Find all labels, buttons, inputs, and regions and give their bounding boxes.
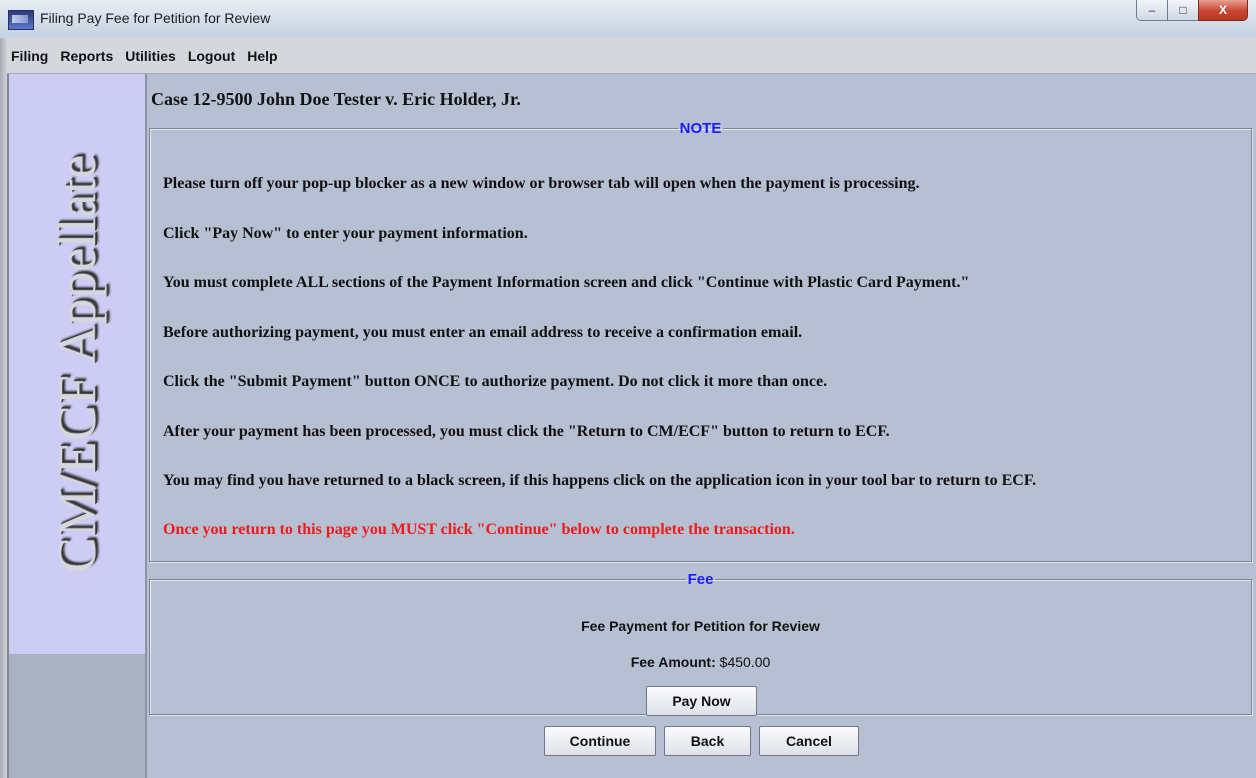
maximize-button[interactable]: □ <box>1167 0 1199 21</box>
brand-logo-text: CM/ECF Appellate <box>47 154 107 574</box>
close-button[interactable]: X <box>1198 0 1248 21</box>
note-panel: NOTE Please turn off your pop-up blocker… <box>149 120 1252 562</box>
app-icon <box>8 10 34 30</box>
sidebar: CM/ECF Appellate <box>9 74 145 778</box>
window-controls: – □ X <box>1136 0 1248 24</box>
minimize-button[interactable]: – <box>1136 0 1168 21</box>
menu-bar: Filing Reports Utilities Logout Help <box>7 38 1256 74</box>
note-line: Click the "Submit Payment" button ONCE t… <box>163 373 828 390</box>
fee-amount-value: $450.00 <box>719 654 771 670</box>
window-left-edge <box>0 38 7 778</box>
note-legend: NOTE <box>679 120 722 137</box>
fee-panel: Fee Fee Payment for Petition for Review … <box>149 571 1252 716</box>
sidebar-banner: CM/ECF Appellate <box>9 74 145 654</box>
title-bar: Filing Pay Fee for Petition for Review –… <box>0 0 1256 39</box>
continue-button[interactable]: Continue <box>544 726 656 756</box>
main-panel: Case 12-9500 John Doe Tester v. Eric Hol… <box>147 74 1256 778</box>
fee-description: Fee Payment for Petition for Review <box>581 618 820 634</box>
menu-logout[interactable]: Logout <box>182 48 241 64</box>
back-button[interactable]: Back <box>664 726 751 756</box>
note-line: You must complete ALL sections of the Pa… <box>163 274 970 291</box>
cancel-button[interactable]: Cancel <box>759 726 859 756</box>
fee-legend: Fee <box>687 571 714 588</box>
warning-line: Once you return to this page you MUST cl… <box>163 521 795 538</box>
pay-now-button[interactable]: Pay Now <box>646 686 757 716</box>
menu-utilities[interactable]: Utilities <box>119 48 182 64</box>
menu-reports[interactable]: Reports <box>54 48 119 64</box>
note-line: After your payment has been processed, y… <box>163 423 890 440</box>
note-line: Click "Pay Now" to enter your payment in… <box>163 225 528 242</box>
fee-amount-label: Fee Amount: <box>630 654 716 670</box>
fee-amount: Fee Amount: $450.00 <box>150 654 1251 670</box>
note-line: Before authorizing payment, you must ent… <box>163 324 803 341</box>
menu-help[interactable]: Help <box>241 48 283 64</box>
menu-filing[interactable]: Filing <box>7 48 54 64</box>
note-line: You may find you have returned to a blac… <box>163 472 1037 489</box>
case-title: Case 12-9500 John Doe Tester v. Eric Hol… <box>151 89 521 109</box>
window-title: Filing Pay Fee for Petition for Review <box>40 10 271 26</box>
note-line: Please turn off your pop-up blocker as a… <box>163 175 920 192</box>
